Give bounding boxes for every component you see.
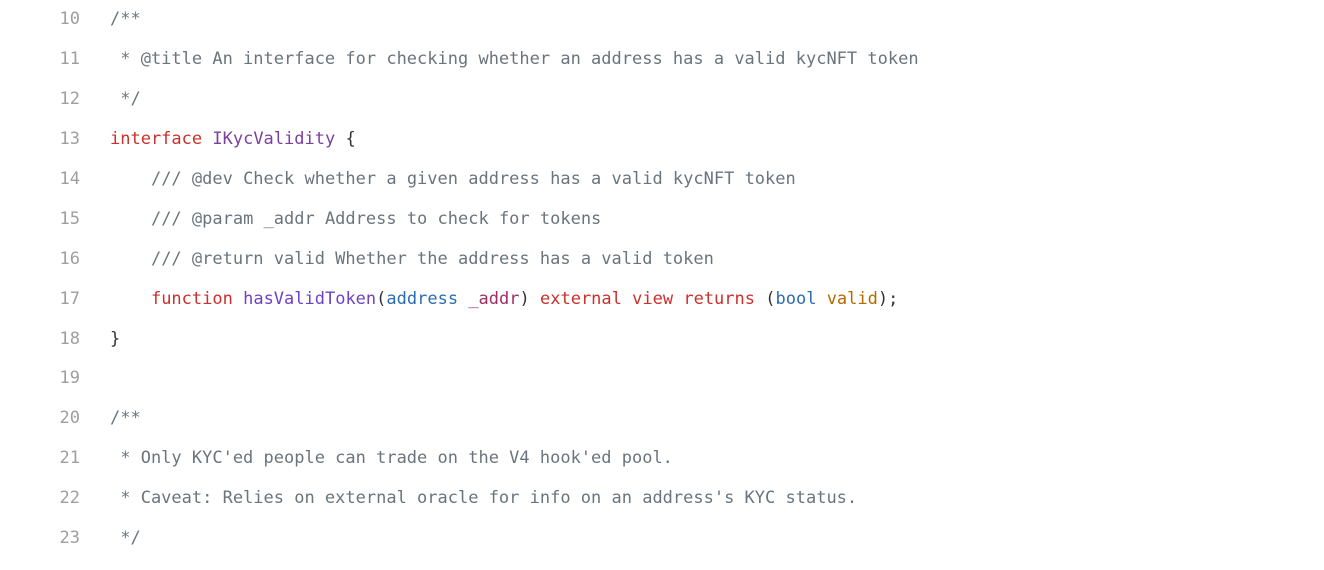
line-content: function hasValidToken(address _addr) ex… (110, 280, 1324, 320)
token: * @title An interface for checking wheth… (110, 49, 919, 69)
token: function (151, 289, 233, 309)
token (673, 289, 683, 309)
code-line: 21 * Only KYC'ed people can trade on the… (0, 439, 1324, 479)
line-content: * Caveat: Relies on external oracle for … (110, 479, 1324, 519)
token (530, 289, 540, 309)
token: returns (683, 289, 755, 309)
token: /// @return valid Whether the address ha… (151, 249, 714, 269)
code-line: 17 function hasValidToken(address _addr)… (0, 280, 1324, 320)
line-number: 17 (0, 280, 110, 320)
code-block: 10/**11 * @title An interface for checki… (0, 0, 1324, 559)
line-content (110, 359, 1324, 399)
token: interface (110, 129, 202, 149)
line-number: 11 (0, 40, 110, 80)
line-number: 16 (0, 240, 110, 280)
line-number: 12 (0, 80, 110, 120)
token: /// @param _addr Address to check for to… (151, 209, 601, 229)
code-line: 18} (0, 320, 1324, 360)
token: view (632, 289, 673, 309)
code-line: 22 * Caveat: Relies on external oracle f… (0, 479, 1324, 519)
token: /** (110, 9, 141, 29)
token: valid (827, 289, 878, 309)
line-number: 21 (0, 439, 110, 479)
code-line: 12 */ (0, 80, 1324, 120)
token: hasValidToken (243, 289, 376, 309)
line-content: * @title An interface for checking wheth… (110, 40, 1324, 80)
line-content: /** (110, 399, 1324, 439)
token: /// @dev Check whether a given address h… (151, 169, 796, 189)
token (622, 289, 632, 309)
token (202, 129, 212, 149)
code-line: 15 /// @param _addr Address to check for… (0, 200, 1324, 240)
token: ( (755, 289, 775, 309)
code-line: 11 * @title An interface for checking wh… (0, 40, 1324, 80)
line-content: */ (110, 519, 1324, 559)
token: IKycValidity (212, 129, 335, 149)
code-line: 23 */ (0, 519, 1324, 559)
line-content: */ (110, 80, 1324, 120)
token: /** (110, 408, 141, 428)
token: } (110, 329, 120, 349)
token: _addr (468, 289, 519, 309)
line-number: 20 (0, 399, 110, 439)
code-line: 10/** (0, 0, 1324, 40)
line-number: 19 (0, 359, 110, 399)
line-number: 15 (0, 200, 110, 240)
line-number: 10 (0, 0, 110, 40)
token: ( (376, 289, 386, 309)
line-content: * Only KYC'ed people can trade on the V4… (110, 439, 1324, 479)
line-number: 18 (0, 320, 110, 360)
token: address (386, 289, 458, 309)
code-line: 13interface IKycValidity { (0, 120, 1324, 160)
token: ) (520, 289, 530, 309)
line-content: /// @dev Check whether a given address h… (110, 160, 1324, 200)
line-content: } (110, 320, 1324, 360)
line-content: /** (110, 0, 1324, 40)
token: * Only KYC'ed people can trade on the V4… (110, 448, 673, 468)
token: bool (775, 289, 816, 309)
token: * Caveat: Relies on external oracle for … (110, 488, 857, 508)
line-content: interface IKycValidity { (110, 120, 1324, 160)
code-line: 19 (0, 359, 1324, 399)
code-line: 16 /// @return valid Whether the address… (0, 240, 1324, 280)
code-line: 14 /// @dev Check whether a given addres… (0, 160, 1324, 200)
line-number: 14 (0, 160, 110, 200)
code-line: 20/** (0, 399, 1324, 439)
line-number: 22 (0, 479, 110, 519)
line-content: /// @param _addr Address to check for to… (110, 200, 1324, 240)
token: external (540, 289, 622, 309)
line-number: 23 (0, 519, 110, 559)
line-content: /// @return valid Whether the address ha… (110, 240, 1324, 280)
token: ); (878, 289, 898, 309)
token: */ (110, 528, 141, 548)
token (233, 289, 243, 309)
line-number: 13 (0, 120, 110, 160)
token: { (335, 129, 355, 149)
token (816, 289, 826, 309)
token: */ (110, 89, 141, 109)
token (458, 289, 468, 309)
